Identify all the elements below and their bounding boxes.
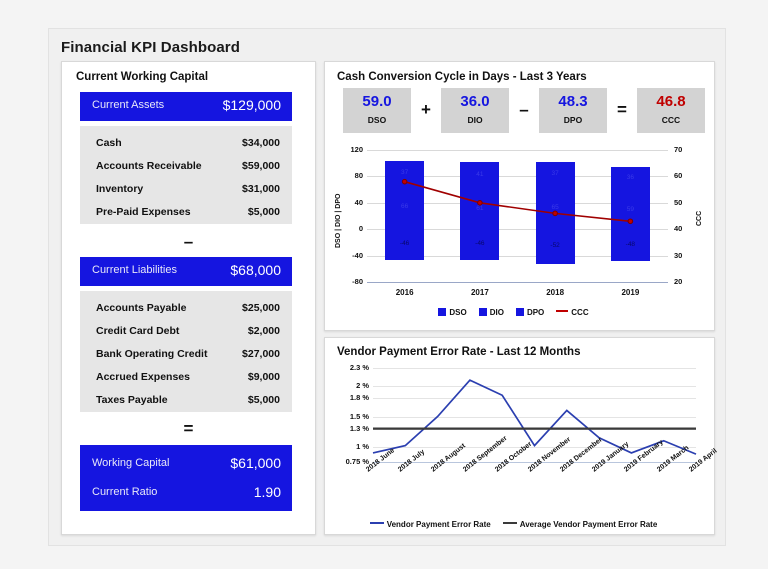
- row-label: Inventory: [96, 183, 144, 195]
- current-assets-header: Current Assets $129,000: [80, 92, 292, 121]
- working-capital-results: Working Capital $61,000 Current Ratio 1.…: [80, 445, 292, 511]
- legend-item[interactable]: Average Vendor Payment Error Rate: [502, 520, 658, 529]
- table-row: Cash $34,000: [80, 132, 292, 155]
- current-liabilities-label: Current Liabilities: [92, 264, 177, 276]
- legend-label: DIO: [489, 308, 504, 317]
- legend-label: Average Vendor Payment Error Rate: [519, 520, 658, 529]
- table-row: Accrued Expenses $9,000: [80, 366, 292, 389]
- equals-operator: =: [617, 100, 627, 119]
- legend-label: CCC: [571, 308, 589, 317]
- row-label: Accrued Expenses: [96, 371, 190, 383]
- current-liabilities-value: $68,000: [230, 262, 281, 278]
- table-row: Pre-Paid Expenses $5,000: [80, 201, 292, 224]
- table-row: Credit Card Debt $2,000: [80, 320, 292, 343]
- row-label: Accounts Payable: [96, 302, 187, 314]
- current-assets-value: $129,000: [222, 97, 281, 113]
- row-label: Pre-Paid Expenses: [96, 206, 191, 218]
- kpi-ccc: 46.8 CCC: [637, 88, 705, 133]
- working-capital-panel: Current Working Capital Current Assets $…: [61, 61, 316, 535]
- row-value: $34,000: [242, 137, 280, 149]
- minus-operator: –: [183, 232, 194, 251]
- row-label: Accounts Receivable: [96, 160, 202, 172]
- legend-item[interactable]: Vendor Payment Error Rate: [369, 520, 491, 529]
- row-label: Bank Operating Credit: [96, 348, 208, 360]
- legend-swatch: [502, 522, 517, 524]
- legend-label: Vendor Payment Error Rate: [386, 520, 491, 529]
- vendor-title: Vendor Payment Error Rate - Last 12 Mont…: [337, 346, 581, 358]
- table-row: Taxes Payable $5,000: [80, 389, 292, 412]
- ccc-bar-chart: -80 -40 0 40 80 120 20 30 40 50 60 70 DSO | DIO | DP…: [325, 142, 714, 330]
- kpi-dso: 59.0 DSO: [343, 88, 411, 133]
- row-value: 1.90: [253, 484, 281, 500]
- legend-swatch: [556, 310, 569, 312]
- ccc-title: Cash Conversion Cycle in Days - Last 3 Y…: [337, 71, 587, 83]
- row-label: Cash: [96, 137, 122, 149]
- dashboard-container: Financial KPI Dashboard Current Working …: [48, 28, 726, 546]
- row-label: Taxes Payable: [96, 394, 168, 406]
- row-value: $5,000: [247, 394, 280, 406]
- kpi-dso-value: 59.0: [362, 93, 392, 110]
- plus-operator: +: [421, 100, 431, 119]
- working-capital-title: Current Working Capital: [76, 71, 209, 83]
- row-value: $59,000: [242, 160, 280, 172]
- vendor-legend: Vendor Payment Error Rate Average Vendor …: [325, 520, 714, 529]
- table-row: Working Capital $61,000: [80, 450, 292, 478]
- kpi-dio-caption: DIO: [467, 115, 483, 125]
- page-title: Financial KPI Dashboard: [61, 39, 241, 56]
- legend-item[interactable]: DPO: [515, 308, 545, 317]
- kpi-ccc-value: 46.8: [656, 93, 686, 110]
- current-assets-label: Current Assets: [92, 99, 165, 111]
- row-value: $27,000: [242, 348, 280, 360]
- row-label: Working Capital: [92, 457, 170, 469]
- legend-swatch: [515, 308, 524, 316]
- kpi-dio-value: 36.0: [460, 93, 490, 110]
- legend-item[interactable]: CCC: [556, 308, 589, 317]
- current-liabilities-rows: Accounts Payable $25,000 Credit Card Deb…: [80, 291, 292, 412]
- ccc-legend: DSO DIO DPO CCC: [325, 308, 714, 317]
- row-value: $61,000: [230, 455, 281, 471]
- row-value: $31,000: [242, 183, 280, 195]
- row-value: $5,000: [247, 206, 280, 218]
- legend-item[interactable]: DSO: [438, 308, 467, 317]
- table-row: Bank Operating Credit $27,000: [80, 343, 292, 366]
- minus-operator: –: [519, 100, 529, 119]
- ccc-line-series: [401, 178, 634, 225]
- kpi-dio: 36.0 DIO: [441, 88, 509, 133]
- cash-conversion-cycle-panel: Cash Conversion Cycle in Days - Last 3 Y…: [324, 61, 715, 331]
- table-row: Current Ratio 1.90: [80, 479, 292, 507]
- kpi-ccc-caption: CCC: [661, 115, 681, 125]
- legend-swatch: [369, 522, 384, 524]
- row-value: $25,000: [242, 302, 280, 314]
- kpi-dso-caption: DSO: [367, 115, 387, 125]
- kpi-dpo: 48.3 DPO: [539, 88, 607, 133]
- legend-swatch: [438, 308, 447, 316]
- table-row: Inventory $31,000: [80, 178, 292, 201]
- kpi-dpo-value: 48.3: [558, 93, 588, 110]
- row-value: $9,000: [247, 371, 280, 383]
- table-row: Accounts Payable $25,000: [80, 297, 292, 320]
- legend-label: DPO: [526, 308, 545, 317]
- vendor-error-rate-panel: Vendor Payment Error Rate - Last 12 Mont…: [324, 337, 719, 535]
- legend-swatch: [478, 308, 487, 316]
- row-value: $2,000: [247, 325, 280, 337]
- vendor-line-chart: 0.75 % 1 % 1.3 % 1.5 % 1.8 % 2 % 2.3 % 2018 Jun…: [325, 360, 719, 534]
- legend-item[interactable]: DIO: [478, 308, 504, 317]
- equals-operator: =: [183, 419, 194, 438]
- table-row: Accounts Receivable $59,000: [80, 155, 292, 178]
- kpi-dpo-caption: DPO: [563, 115, 583, 125]
- current-liabilities-header: Current Liabilities $68,000: [80, 257, 292, 286]
- legend-label: DSO: [449, 308, 467, 317]
- current-assets-rows: Cash $34,000 Accounts Receivable $59,000…: [80, 126, 292, 224]
- row-label: Credit Card Debt: [96, 325, 180, 337]
- row-label: Current Ratio: [92, 486, 158, 498]
